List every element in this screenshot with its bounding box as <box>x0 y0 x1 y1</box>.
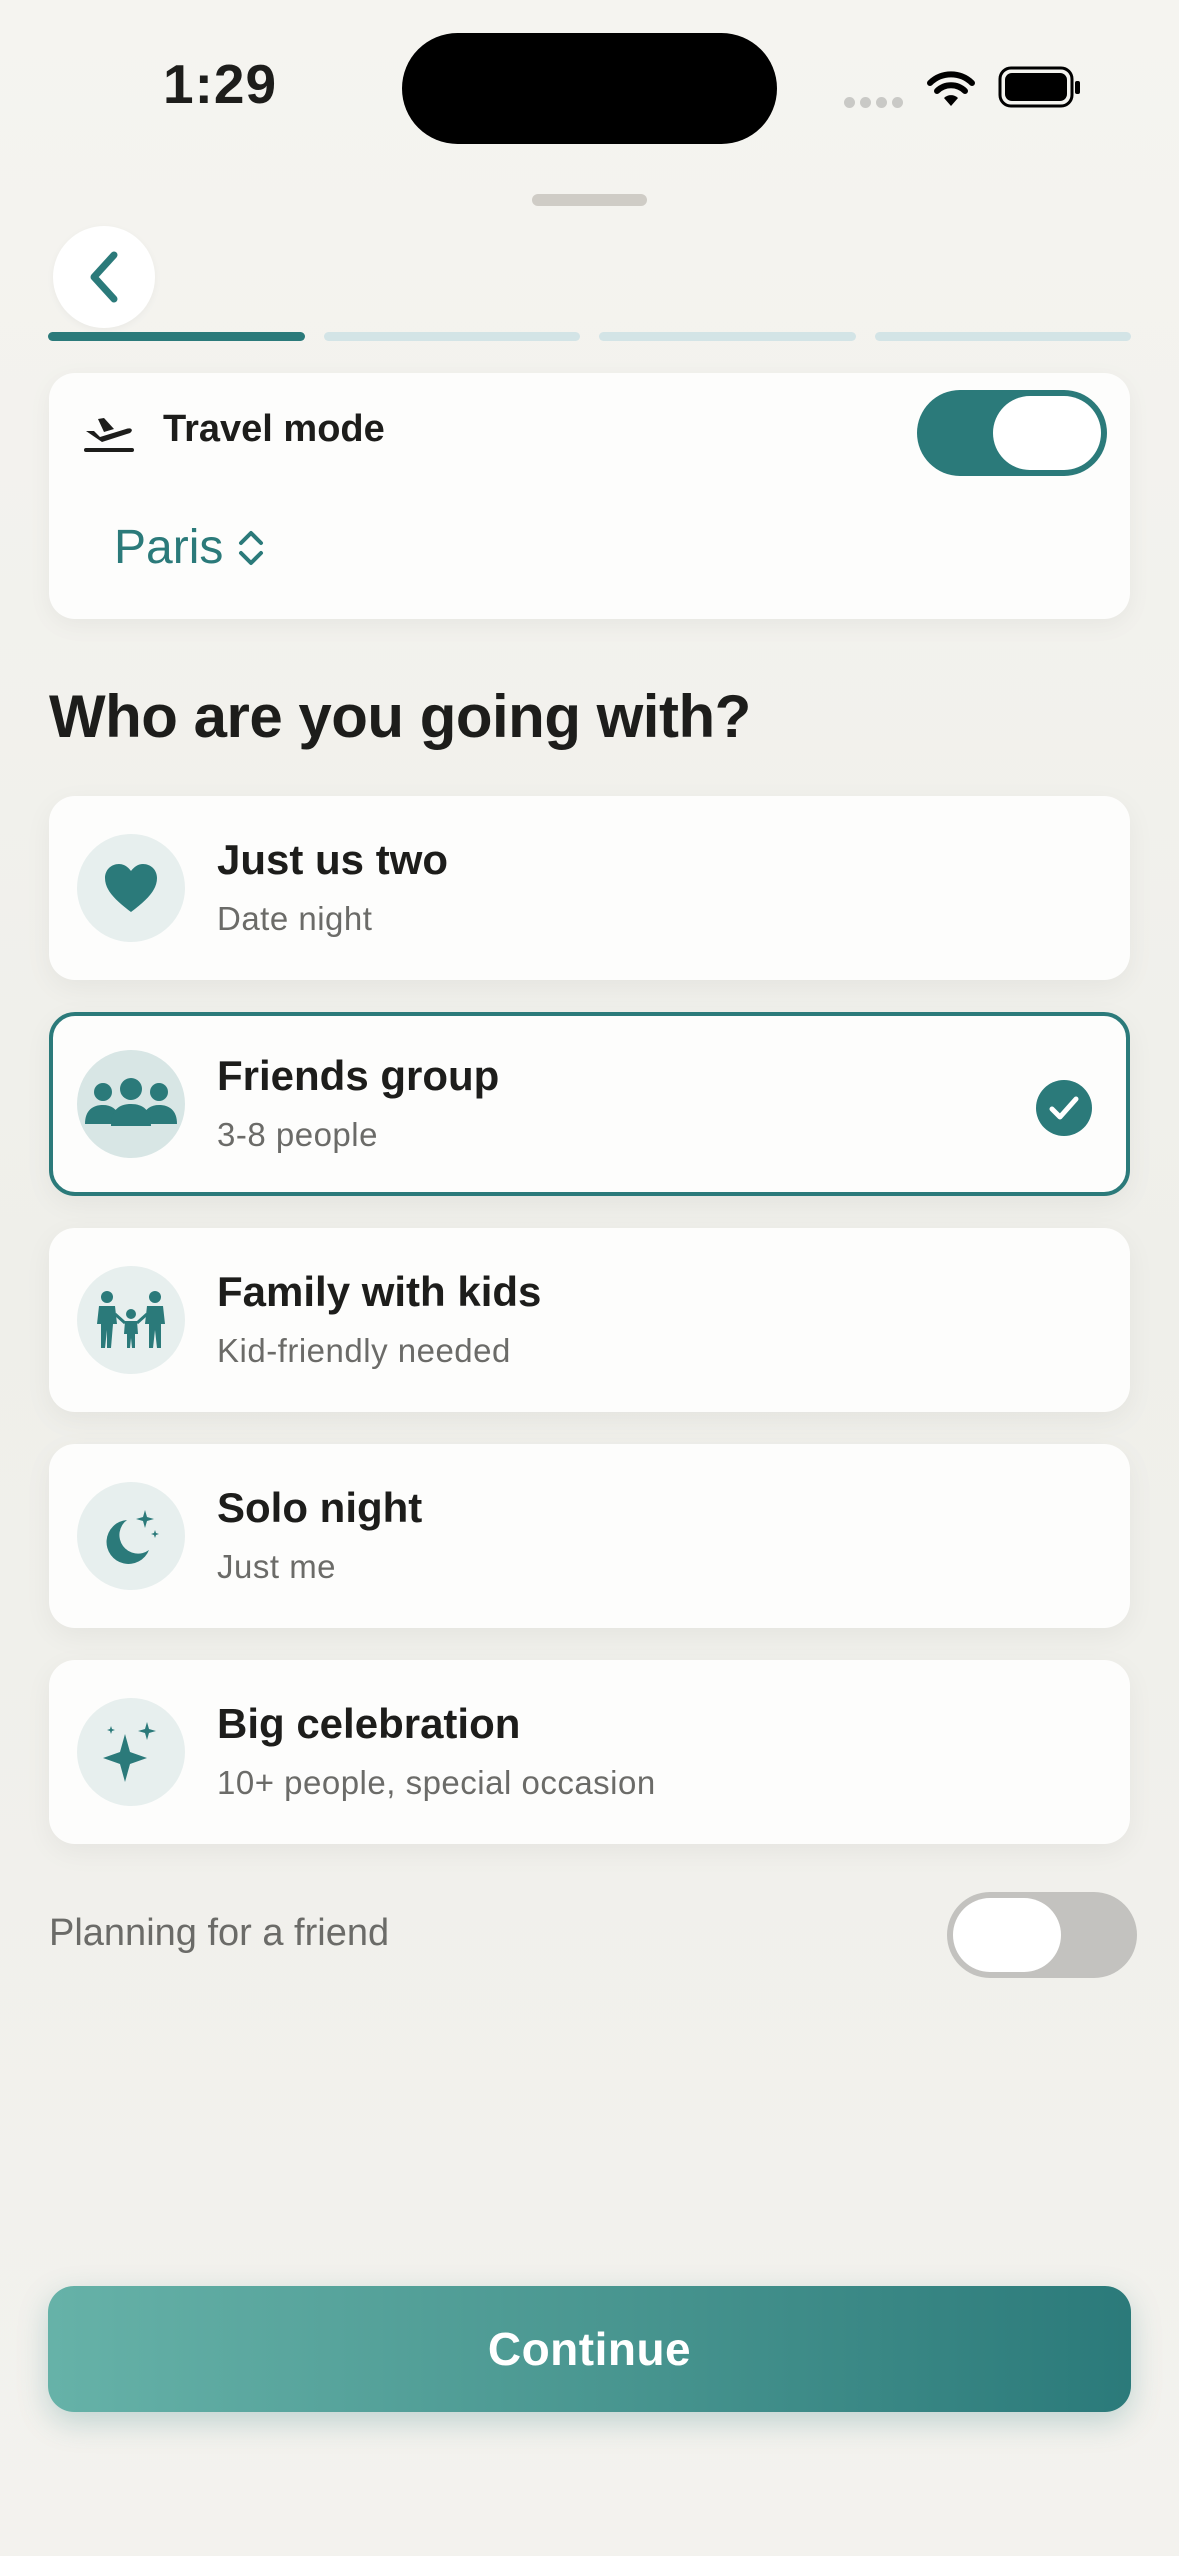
battery-icon <box>998 66 1080 108</box>
option-subtitle: 10+ people, special occasion <box>217 1764 656 1801</box>
progress-step <box>599 332 856 341</box>
option-subtitle: 3-8 people <box>217 1116 378 1153</box>
option-subtitle: Just me <box>217 1548 337 1585</box>
option-friends-group[interactable]: Friends group 3-8 people <box>49 1012 1130 1196</box>
city-selector[interactable]: Paris <box>114 520 265 575</box>
option-icon-circle <box>77 834 185 942</box>
group-icon <box>85 1078 177 1126</box>
airplane-departure-icon <box>84 418 134 452</box>
wifi-icon <box>927 71 975 106</box>
back-button[interactable] <box>53 226 155 328</box>
travel-mode-toggle[interactable] <box>917 390 1107 476</box>
option-just-us-two[interactable]: Just us two Date night <box>49 796 1130 980</box>
option-icon-circle <box>77 1266 185 1374</box>
toggle-knob <box>993 396 1101 470</box>
option-title: Just us two <box>217 836 449 883</box>
option-title: Family with kids <box>217 1268 542 1315</box>
moon-stars-icon <box>106 1510 159 1564</box>
planning-for-friend-label: Planning for a friend <box>49 1912 390 1954</box>
status-time: 1:29 <box>163 53 278 115</box>
option-icon-circle <box>77 1698 185 1806</box>
option-big-celebration[interactable]: Big celebration 10+ people, special occa… <box>49 1660 1130 1844</box>
heart-icon <box>105 864 157 912</box>
sparkles-icon <box>103 1722 156 1782</box>
dynamic-island <box>402 33 777 144</box>
sheet-grabber[interactable] <box>532 194 647 206</box>
selected-check-icon <box>1036 1080 1092 1136</box>
option-title: Friends group <box>217 1052 500 1099</box>
option-family-with-kids[interactable]: Family with kids Kid-friendly needed <box>49 1228 1130 1412</box>
cellular-signal-icon <box>844 95 908 113</box>
option-title: Solo night <box>217 1484 423 1531</box>
chevron-left-icon <box>90 251 118 303</box>
option-subtitle: Date night <box>217 900 373 937</box>
option-solo-night[interactable]: Solo night Just me <box>49 1444 1130 1628</box>
option-subtitle: Kid-friendly needed <box>217 1332 511 1369</box>
planning-for-friend-toggle[interactable] <box>947 1892 1137 1978</box>
family-icon <box>97 1291 165 1348</box>
travel-mode-label: Travel mode <box>163 408 385 450</box>
progress-step <box>323 332 580 341</box>
option-icon-circle <box>77 1482 185 1590</box>
page-title: Who are you going with? <box>49 683 751 750</box>
progress-step <box>874 332 1131 341</box>
progress-step <box>48 332 305 341</box>
step-progress <box>48 332 1131 341</box>
city-value: Paris <box>114 521 224 574</box>
option-icon-circle <box>77 1050 185 1158</box>
chevron-up-down-icon <box>239 530 264 565</box>
toggle-knob <box>953 1898 1061 1972</box>
continue-button[interactable]: Continue <box>48 2286 1131 2412</box>
option-title: Big celebration <box>217 1700 521 1747</box>
